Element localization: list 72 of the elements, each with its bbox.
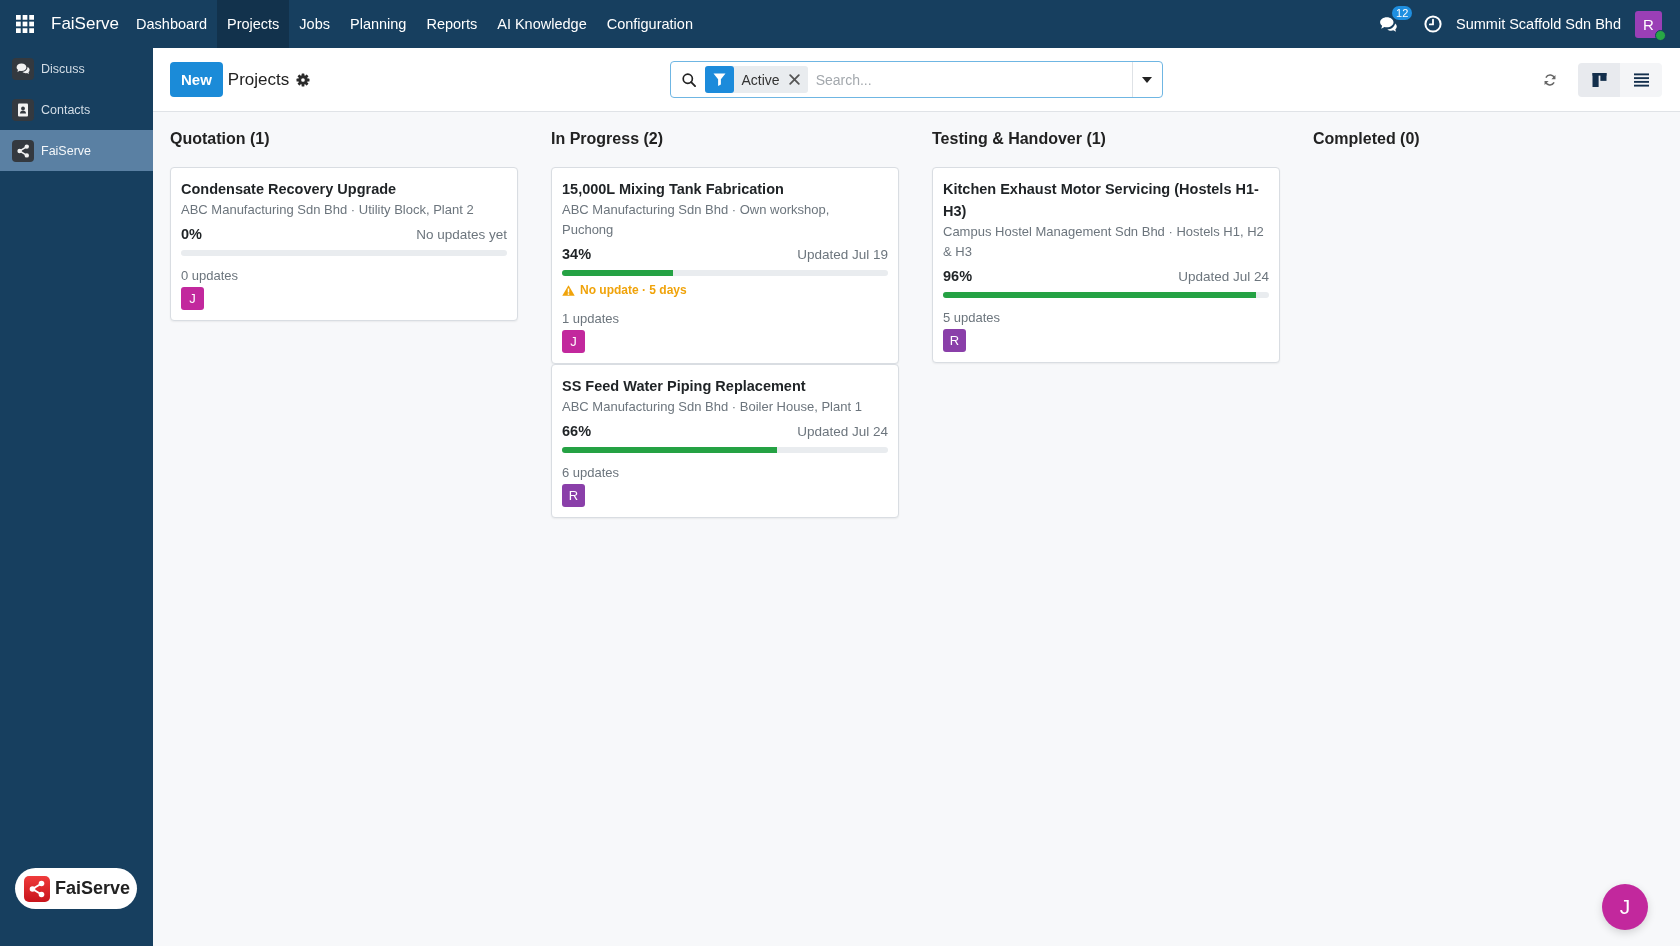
card-title: Condensate Recovery Upgrade xyxy=(181,180,398,199)
assignee-avatar[interactable]: R xyxy=(943,329,966,352)
project-card[interactable]: Condensate Recovery Upgrade ABC Manufacturing Sdn Bhd · Utility Block, Plant 2 0% No updates yet 0 updates J xyxy=(170,167,518,321)
update-count: 6 updates xyxy=(562,464,621,482)
card-subtitle: ABC Manufacturing Sdn Bhd · Own workshop, Puchong xyxy=(562,201,831,239)
assignee-avatar[interactable]: R xyxy=(562,484,585,507)
assignee-avatar[interactable]: J xyxy=(562,330,585,353)
navbar-menu-item[interactable]: Dashboard xyxy=(126,0,217,48)
navbar-menu-item[interactable]: AI Knowledge xyxy=(487,0,597,48)
progress-percent: 96% xyxy=(943,267,973,286)
card-subtitle: ABC Manufacturing Sdn Bhd · Boiler House, Plant 1 xyxy=(562,398,863,416)
navbar-menu-item[interactable]: Jobs xyxy=(289,0,340,48)
chat-bubbles-icon xyxy=(12,57,34,80)
progress-percent: 66% xyxy=(562,422,592,441)
sidebar-item[interactable]: FaiServe xyxy=(0,130,153,171)
last-update-text: Updated Jul 24 xyxy=(1178,268,1269,286)
project-card[interactable]: Kitchen Exhaust Motor Servicing (Hostels H1-H3) Campus Hostel Management Sdn Bhd · Hostels H1, H2 & H3 96% Updated Jul 24 5 updates R xyxy=(932,167,1280,363)
update-count: 5 updates xyxy=(943,309,1002,327)
facet-label: Active xyxy=(741,71,780,88)
project-card[interactable]: SS Feed Water Piping Replacement ABC Manufacturing Sdn Bhd · Boiler House, Plant 1 66% Updated Jul 24 6 updates R xyxy=(551,364,899,518)
project-card[interactable]: 15,000L Mixing Tank Fabrication ABC Manufacturing Sdn Bhd · Own workshop, Puchong 34% Updated Jul 19 No update · 5 days 1 updates J xyxy=(551,167,899,364)
update-count: 0 updates xyxy=(181,267,240,285)
progress-percent: 34% xyxy=(562,245,592,264)
settings-icon[interactable] xyxy=(296,72,311,87)
warning-text: No update · 5 days xyxy=(580,283,687,297)
list-icon xyxy=(1633,72,1649,87)
app-brand-name[interactable]: FaiServe xyxy=(51,13,120,35)
last-update-text: Updated Jul 19 xyxy=(797,246,888,264)
user-avatar[interactable]: R xyxy=(1635,10,1662,38)
new-button[interactable]: New xyxy=(170,62,223,97)
close-icon[interactable] xyxy=(788,74,800,85)
floating-avatar-button[interactable]: J xyxy=(1602,884,1648,930)
update-count: 1 updates xyxy=(562,310,621,328)
filter-icon xyxy=(704,66,734,93)
share-logo-icon xyxy=(24,875,50,902)
company-name[interactable]: Summit Scaffold Sdn Bhd xyxy=(1456,14,1621,34)
column-title: In Progress (2) xyxy=(551,129,665,149)
card-subtitle: ABC Manufacturing Sdn Bhd · Utility Block, Plant 2 xyxy=(181,201,475,219)
navbar-menu-item[interactable]: Reports xyxy=(416,0,488,48)
share-icon xyxy=(12,139,34,162)
column-title: Completed (0) xyxy=(1313,129,1421,149)
card-title: 15,000L Mixing Tank Fabrication xyxy=(562,180,785,199)
card-title: SS Feed Water Piping Replacement xyxy=(562,377,807,396)
list-view-button[interactable] xyxy=(1620,62,1662,97)
search-input[interactable]: Search... xyxy=(807,62,1132,97)
page-title: Projects xyxy=(227,69,290,90)
kanban-view-button[interactable] xyxy=(1578,62,1620,97)
navbar-menu-item[interactable]: Projects xyxy=(216,0,290,48)
sidebar-item[interactable]: Contacts xyxy=(0,89,153,130)
search-field[interactable]: Active Search... xyxy=(669,61,1163,98)
navbar-menu-item[interactable]: Configuration xyxy=(596,0,703,48)
apps-grid-icon[interactable] xyxy=(16,15,34,33)
caret-down-icon xyxy=(1142,76,1152,83)
column-title: Quotation (1) xyxy=(170,129,271,149)
card-title: Kitchen Exhaust Motor Servicing (Hostels H1-H3) xyxy=(943,180,1260,221)
kanban-icon xyxy=(1591,72,1607,87)
navbar-menu-item[interactable]: Planning xyxy=(340,0,417,48)
last-update-text: Updated Jul 24 xyxy=(797,423,888,441)
last-update-text: No updates yet xyxy=(416,226,507,244)
progress-percent: 0% xyxy=(181,225,202,244)
search-icon[interactable] xyxy=(681,72,696,87)
clock-icon[interactable] xyxy=(1424,15,1443,33)
assignee-avatar[interactable]: J xyxy=(181,287,204,310)
message-count-badge: 12 xyxy=(1392,5,1413,20)
chat-icon[interactable] xyxy=(1379,15,1399,33)
refresh-icon[interactable] xyxy=(1543,72,1557,87)
warning-icon xyxy=(562,284,575,296)
column-title: Testing & Handover (1) xyxy=(932,129,1107,149)
sidebar-item[interactable]: Discuss xyxy=(0,48,153,89)
card-subtitle: Campus Hostel Management Sdn Bhd · Hostels H1, H2 & H3 xyxy=(943,223,1265,261)
address-book-icon xyxy=(12,98,34,121)
brand-name: FaiServe xyxy=(55,878,131,899)
